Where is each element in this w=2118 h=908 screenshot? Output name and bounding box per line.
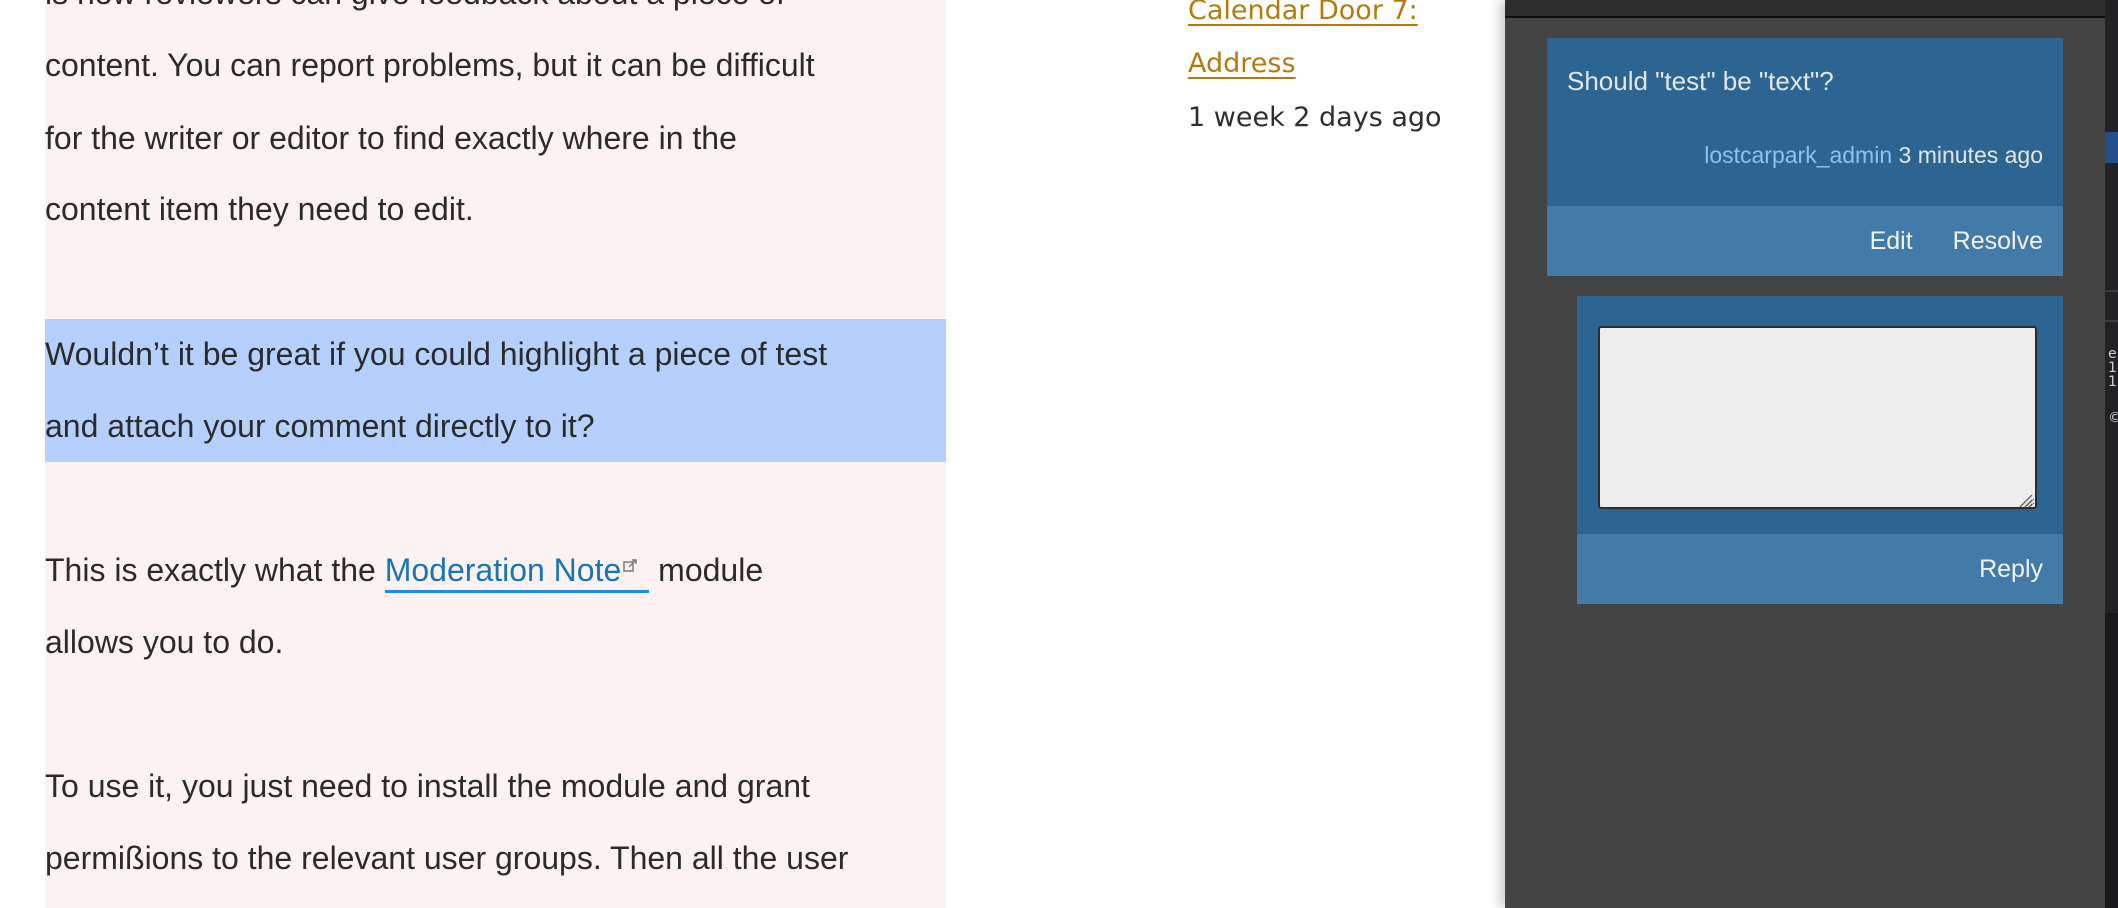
comment-time: 3 minutes ago (1898, 142, 2043, 168)
article-line: is how reviewers can give feedback about… (45, 0, 785, 13)
devtools-edge: e 1 1 © (2105, 0, 2118, 908)
comment-body: Should "test" be "text"? (1567, 66, 1834, 96)
related-article-date: 1 week 2 days ago (1188, 102, 1442, 133)
comments-panel: Should "test" be "text"? lostcarpark_adm… (1505, 0, 2105, 908)
moderation-note-link[interactable]: Moderation Note (384, 552, 650, 593)
article-line: To use it, you just need to install the … (45, 768, 810, 804)
article-line: content. You can report problems, but it… (45, 47, 815, 83)
reply-actions: Reply (1577, 534, 2063, 604)
article-line: This is exactly what the Moderation Note… (45, 550, 764, 593)
comment-actions: Edit Resolve (1547, 206, 2063, 276)
reply-textarea[interactable] (1598, 326, 2037, 509)
article-text: module (658, 552, 764, 588)
strip-text: © (2108, 410, 2118, 426)
reply-button[interactable]: Reply (1979, 555, 2043, 584)
reply-card: Reply (1577, 296, 2063, 604)
related-article-link-cont[interactable]: Address (1188, 47, 1296, 81)
article-text: This is exactly what the (45, 552, 376, 588)
comment-meta: lostcarpark_admin 3 minutes ago (1704, 142, 2043, 169)
panel-header-bar (1505, 0, 2105, 18)
comment-author-link[interactable]: lostcarpark_admin (1704, 142, 1892, 168)
external-link-icon (623, 542, 638, 572)
article-line-highlighted: Wouldn’t it be great if you could highli… (45, 336, 828, 372)
article-line: for the writer or editor to find exactly… (45, 120, 737, 156)
divider (2105, 290, 2118, 292)
article-line: allows you to do. (45, 624, 284, 660)
article-line: content item they need to edit. (45, 191, 474, 227)
edit-button[interactable]: Edit (1870, 227, 1913, 256)
related-article-link[interactable]: Calendar Door 7: (1188, 0, 1418, 28)
article-line: permißions to the relevant user groups. … (45, 840, 849, 876)
link-label: Moderation Note (384, 552, 622, 588)
comment-card: Should "test" be "text"? lostcarpark_adm… (1547, 38, 2063, 276)
strip-text: 1 (2108, 374, 2117, 390)
divider (2105, 320, 2118, 322)
resize-grip-icon[interactable] (2017, 492, 2033, 508)
selected-indicator (2105, 132, 2118, 163)
article-line-highlighted: and attach your comment directly to it? (45, 408, 595, 444)
resolve-button[interactable]: Resolve (1953, 227, 2043, 256)
strip-lower-section (2105, 613, 2118, 908)
